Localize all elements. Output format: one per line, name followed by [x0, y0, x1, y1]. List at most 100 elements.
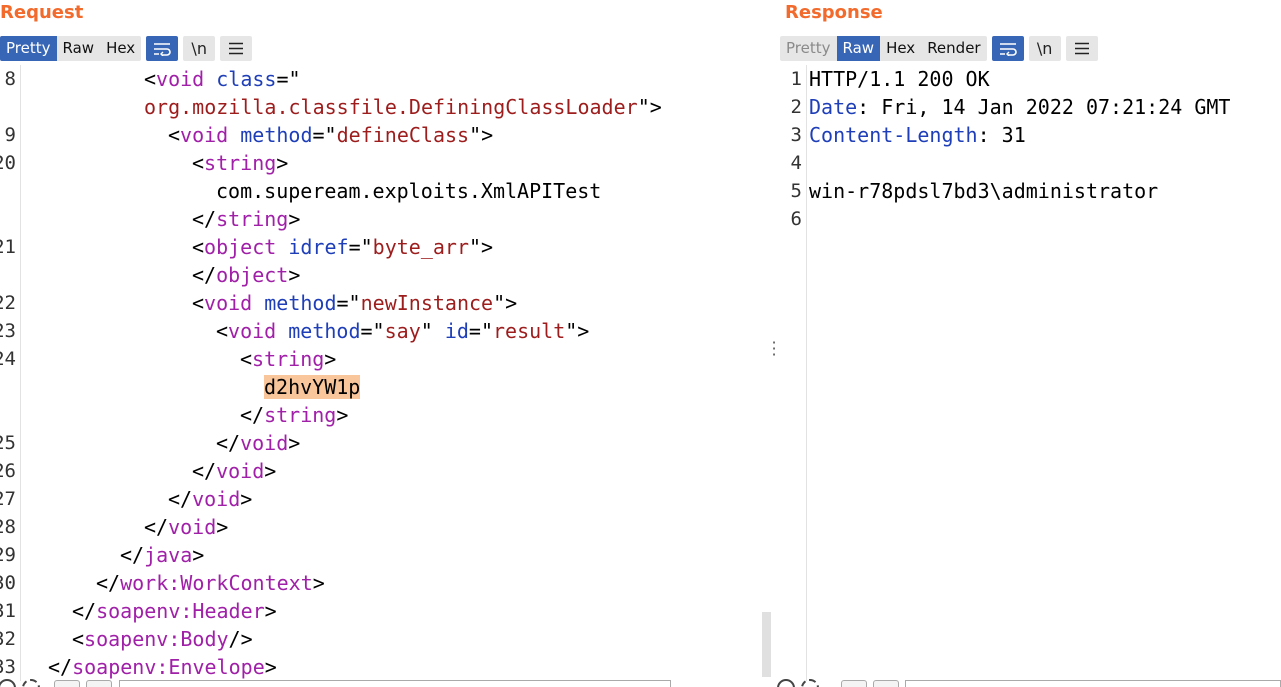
line-number: 8 [4, 68, 16, 90]
request-code-line: 20 <string> [0, 149, 770, 177]
code-text: </void> [192, 457, 276, 485]
response-tab-render[interactable]: Render [921, 36, 986, 61]
code-token: org.mozilla.classfile.DefiningClassLoade… [144, 95, 638, 119]
code-token: "> [469, 123, 494, 147]
gear-icon[interactable] [801, 679, 819, 687]
code-token: " [420, 319, 445, 343]
response-tab-raw[interactable]: Raw [836, 36, 881, 61]
code-token: say [384, 319, 421, 343]
code-text: <string> [240, 345, 336, 373]
line-number: 32 [0, 628, 16, 650]
code-token: soapenv:Header [96, 599, 265, 623]
next-match-button[interactable] [86, 680, 112, 687]
code-token: > [288, 207, 301, 231]
request-code-line: 21 <object idref="byte_arr"> [0, 233, 770, 261]
request-tab-raw[interactable]: Raw [57, 36, 101, 61]
next-match-button[interactable] [873, 680, 899, 687]
response-code-line: 2 Date: Fri, 14 Jan 2022 07:21:24 GMT [777, 93, 1277, 121]
code-text: d2hvYW1p [264, 373, 361, 401]
code-token: =" [468, 319, 494, 343]
code-token: string [204, 151, 277, 175]
request-code-line: </string> [0, 205, 770, 233]
code-token: class [216, 67, 277, 91]
line-number: 28 [0, 516, 16, 538]
line-number: 3 [790, 124, 802, 146]
code-token: result [493, 319, 566, 343]
code-token: soapenv:Envelope [72, 655, 265, 679]
code-token: < [216, 319, 229, 343]
code-token: byte_arr [372, 235, 469, 259]
code-token: < [192, 235, 205, 259]
code-token: "> [493, 291, 518, 315]
header-name: Content-Length [809, 123, 978, 147]
line-content: HTTP/1.1 200 OK [809, 67, 990, 91]
code-text: </void> [216, 429, 300, 457]
code-token: > [288, 431, 301, 455]
code-token: > [264, 599, 277, 623]
request-tab-pretty[interactable]: Pretty [0, 36, 57, 61]
code-token: > [240, 487, 253, 511]
request-newline-button[interactable]: \n [183, 36, 216, 61]
response-code-line: 1 HTTP/1.1 200 OK [777, 65, 1277, 93]
code-text: </void> [144, 513, 228, 541]
code-token: </ [192, 459, 217, 483]
code-token: < [192, 151, 205, 175]
line-number: 9 [4, 124, 16, 146]
response-wrap-lines-button[interactable] [991, 36, 1024, 61]
previous-match-button[interactable] [54, 680, 80, 687]
request-wrap-lines-button[interactable] [146, 36, 179, 61]
code-token: void [180, 123, 241, 147]
code-token: method [288, 319, 361, 343]
response-tab-pretty[interactable]: Pretty [780, 36, 837, 61]
request-code-line: 26 </void> [0, 457, 770, 485]
code-token: </ [168, 487, 193, 511]
help-icon[interactable] [0, 679, 16, 687]
request-code-line: com.supeream.exploits.XmlAPITest [0, 177, 770, 205]
code-token: idref [288, 235, 349, 259]
request-code-line: 31 </soapenv:Header> [0, 597, 770, 625]
line-content: : 31 [977, 123, 1026, 147]
code-token: string [264, 403, 337, 427]
request-code-line: 8 <void class=" [0, 65, 770, 93]
code-token: =" [276, 67, 301, 91]
code-token: </ [216, 431, 241, 455]
line-number: 25 [0, 432, 16, 454]
code-token: > [276, 151, 289, 175]
response-editor[interactable]: 1 HTTP/1.1 200 OK 2 Date: Fri, 14 Jan 2022 … [777, 65, 1281, 681]
code-token: object [204, 235, 289, 259]
code-token: "> [565, 319, 590, 343]
code-token: void [156, 67, 217, 91]
request-toolbar: Pretty Raw Hex \n [0, 35, 253, 62]
gear-icon[interactable] [22, 679, 40, 687]
request-editor[interactable]: 8 <void class=" org.mozilla.classfile.Defi… [0, 65, 771, 681]
request-menu-button[interactable] [220, 36, 253, 61]
line-number: 33 [0, 656, 16, 678]
code-token: method [264, 291, 337, 315]
request-tab-hex[interactable]: Hex [100, 36, 141, 61]
code-token: =" [360, 319, 385, 343]
request-scrollbar[interactable] [762, 612, 771, 677]
line-number: 5 [790, 180, 802, 202]
code-text: </string> [240, 401, 348, 429]
code-text: </soapenv:Header> [72, 597, 277, 625]
code-token: </ [72, 599, 97, 623]
request-code-line: 33 </soapenv:Envelope> [0, 653, 770, 681]
code-token: void [168, 515, 217, 539]
line-number: 20 [0, 152, 16, 174]
response-newline-button[interactable]: \n [1028, 36, 1061, 61]
request-search-input[interactable] [119, 680, 671, 687]
code-token: > [216, 515, 229, 539]
response-menu-button[interactable] [1065, 36, 1098, 61]
previous-match-button[interactable] [841, 680, 867, 687]
line-number: 23 [0, 320, 16, 342]
request-pane: Request Pretty Raw Hex \n 8 <void class="… [0, 0, 771, 687]
line-number: 26 [0, 460, 16, 482]
code-token: defineClass [336, 123, 470, 147]
line-number: 22 [0, 292, 16, 314]
code-token: > [288, 263, 301, 287]
help-icon[interactable] [777, 679, 795, 687]
code-text: win-r78pdsl7bd3\administrator [809, 177, 1158, 205]
response-tab-hex[interactable]: Hex [880, 36, 921, 61]
code-token: void [192, 487, 241, 511]
response-search-input[interactable] [905, 680, 1281, 687]
